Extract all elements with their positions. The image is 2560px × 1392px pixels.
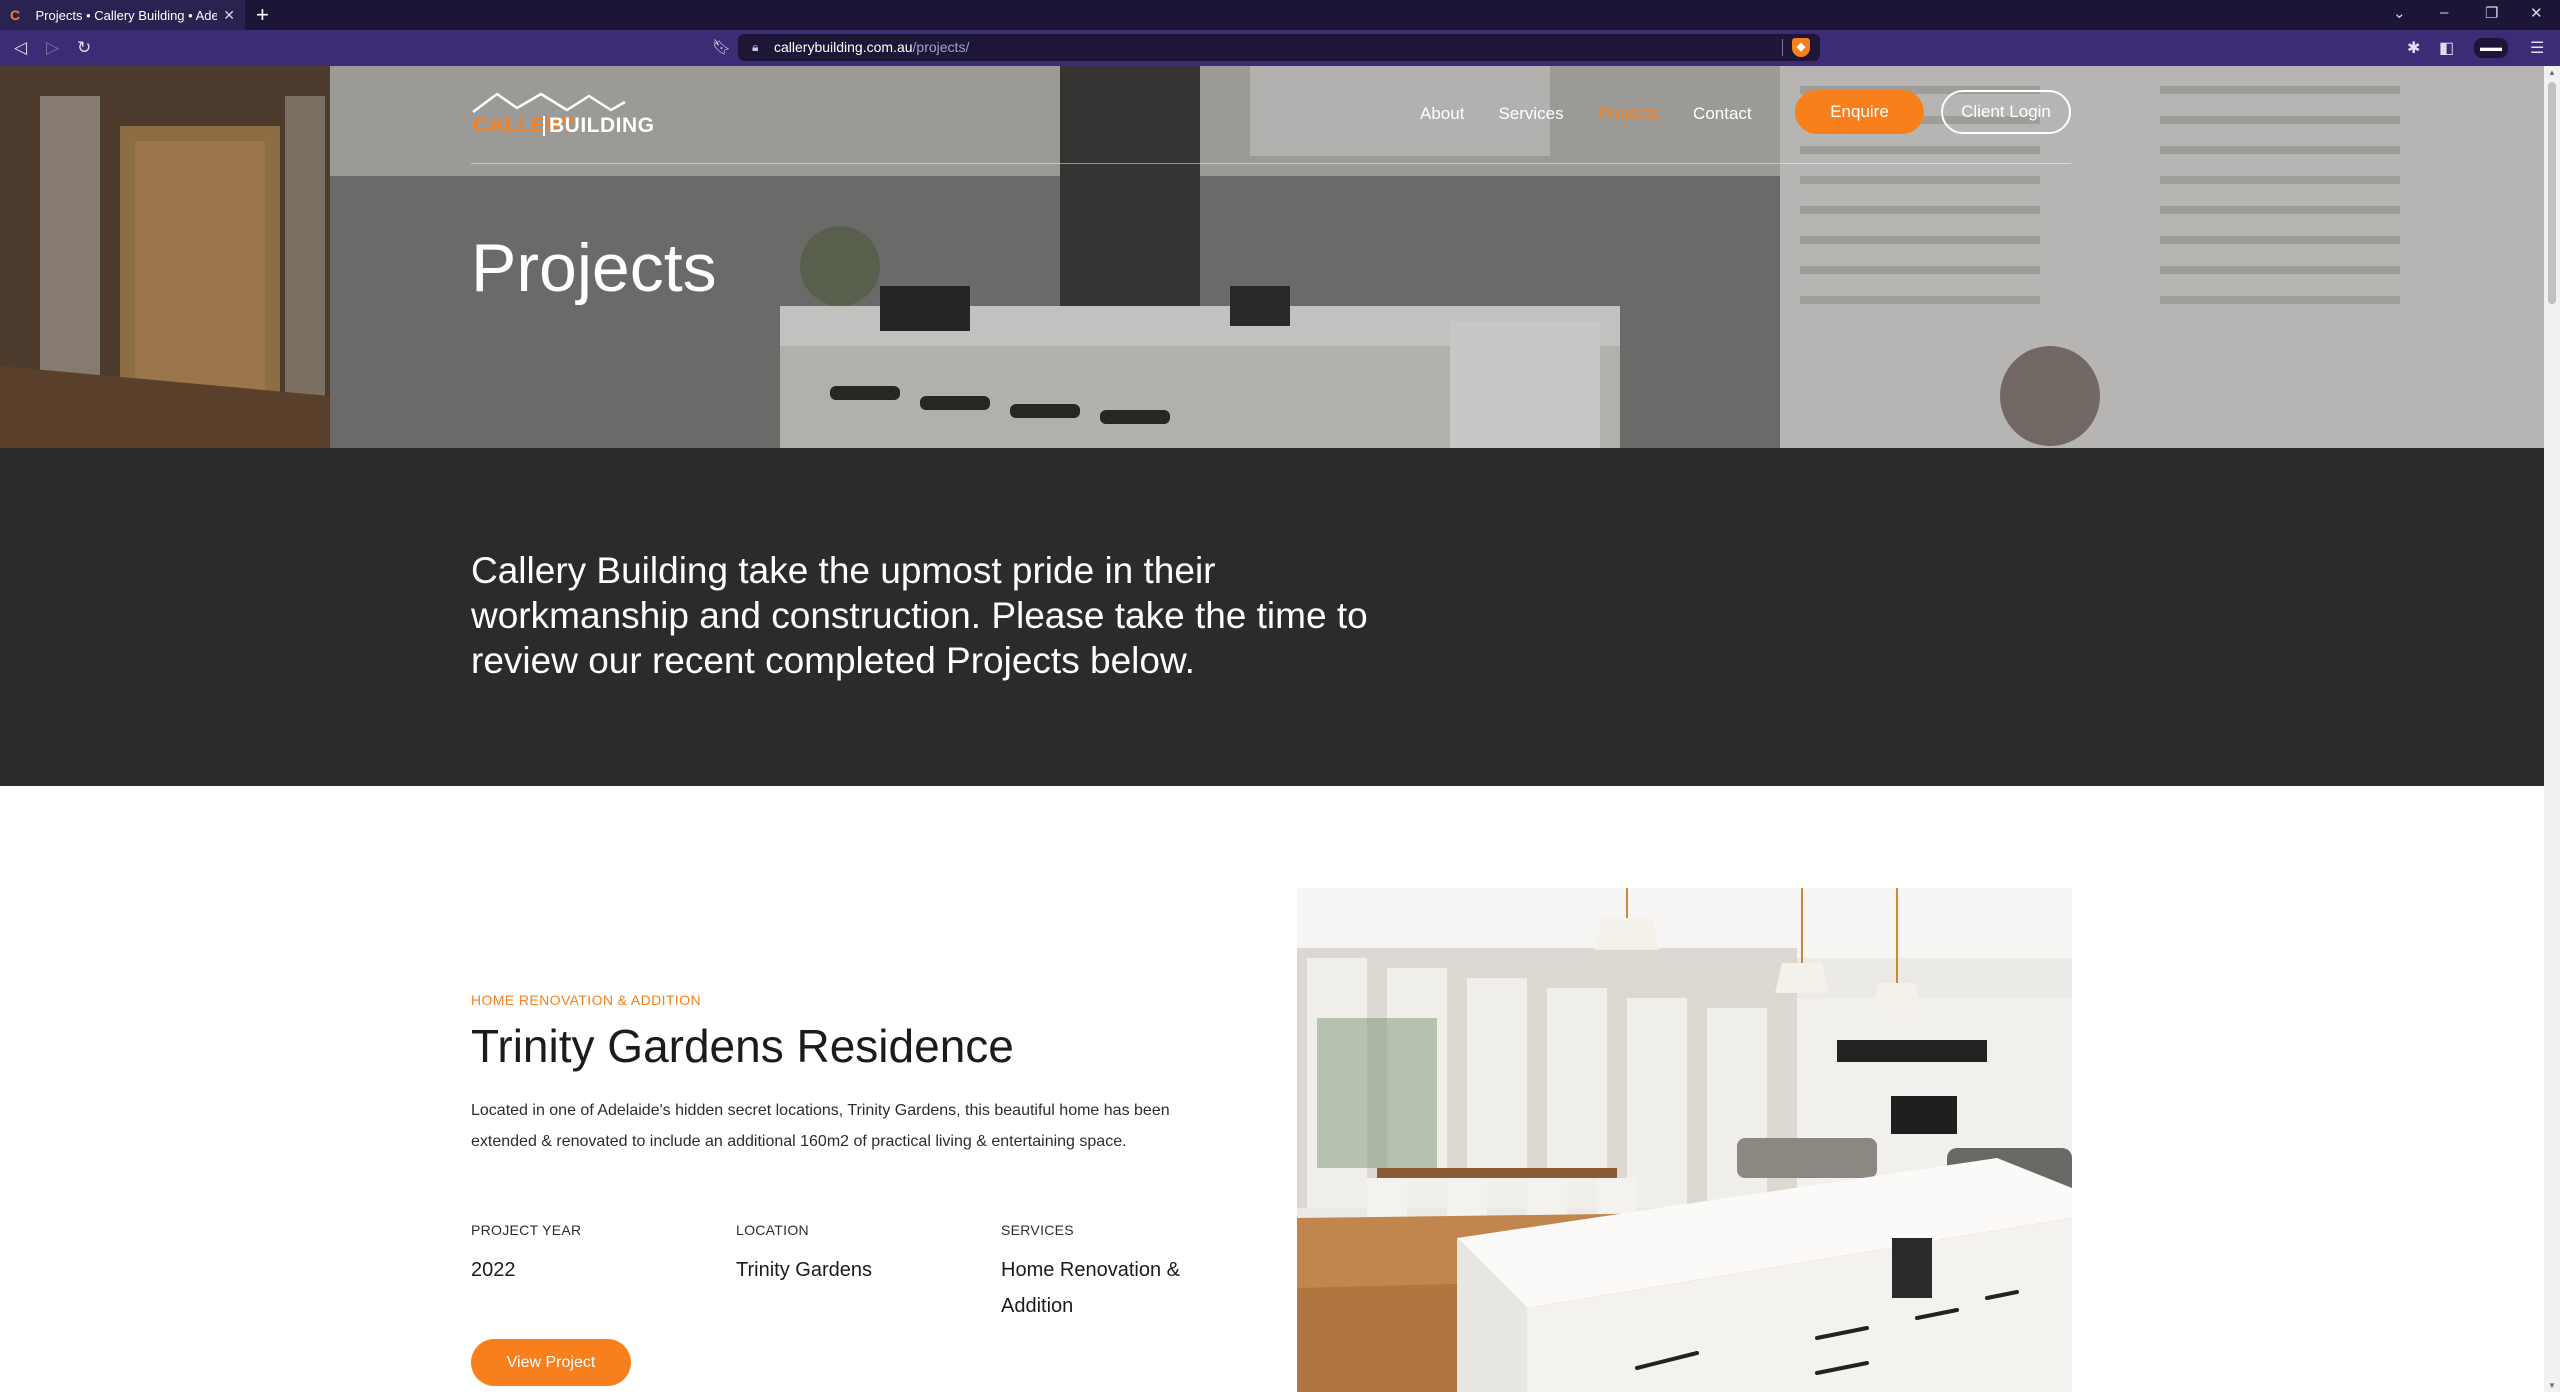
project-year-label: PROJECT YEAR (471, 1222, 582, 1238)
tab-close-icon[interactable]: ✕ (223, 7, 235, 24)
main-navigation: About Services Projects Contact (1420, 96, 1786, 132)
back-icon[interactable]: ◁ (14, 38, 27, 58)
forward-icon[interactable]: ▷ (46, 38, 59, 58)
project-category: HOME RENOVATION & ADDITION (471, 992, 702, 1008)
intro-band: Callery Building take the upmost pride i… (0, 448, 2544, 786)
nav-contact[interactable]: Contact (1693, 104, 1752, 124)
page-title: Projects (471, 230, 717, 306)
lock-icon[interactable]: 🔒︎ (752, 40, 758, 55)
nav-services[interactable]: Services (1498, 104, 1563, 124)
wallet-icon[interactable]: ▬▬ (2474, 38, 2508, 58)
browser-tab-bar: C Projects • Callery Building • Adela ✕ … (0, 0, 2560, 30)
url-field[interactable]: 🔒︎ callerybuilding.com.au/projects/ ◆ (738, 34, 1820, 61)
address-toolbar: ◁ ▷ ↻ 🔖︎ 🔒︎ callerybuilding.com.au/proje… (0, 30, 2560, 66)
logo-roof-icon (472, 92, 626, 113)
page-viewport: CALLERY BUILDING About Services Projects… (0, 66, 2544, 1392)
project-location: LOCATION Trinity Gardens (736, 1222, 986, 1288)
project-description: Located in one of Adelaide's hidden secr… (471, 1102, 1170, 1150)
site-favicon-icon: C (10, 7, 21, 23)
minimize-icon[interactable]: – (2440, 4, 2448, 21)
url-path: /projects/ (912, 39, 970, 55)
nav-projects[interactable]: Projects (1598, 104, 1659, 124)
url-text: callerybuilding.com.au/projects/ (774, 39, 969, 55)
hero-overlay (0, 66, 2544, 448)
scroll-up-icon[interactable]: ▲ (2548, 68, 2556, 77)
logo-word-building: BUILDING (549, 114, 655, 137)
url-divider (1782, 39, 1783, 56)
project-location-label: LOCATION (736, 1222, 809, 1238)
site-logo[interactable]: CALLERY BUILDING (471, 90, 654, 138)
enquire-button[interactable]: Enquire (1795, 90, 1924, 134)
nav-about[interactable]: About (1420, 104, 1464, 124)
logo-divider (543, 116, 545, 136)
project-year: PROJECT YEAR 2022 (471, 1222, 721, 1288)
page-scrollbar[interactable]: ▲ ▼ (2544, 66, 2560, 1392)
scroll-down-icon[interactable]: ▼ (2548, 1381, 2556, 1390)
tab-search-icon[interactable]: ⌄ (2393, 4, 2406, 22)
brave-shield-icon[interactable]: ◆ (1792, 38, 1810, 57)
extensions-icon[interactable]: ✱ (2407, 38, 2420, 58)
reload-icon[interactable]: ↻ (77, 38, 91, 58)
url-domain: callerybuilding.com.au (774, 39, 913, 55)
tab-title: Projects • Callery Building • Adela (35, 7, 218, 23)
new-tab-icon[interactable]: + (256, 3, 269, 27)
project-kitchen-photo (1297, 888, 2072, 1392)
bookmark-icon[interactable]: 🔖︎ (712, 38, 731, 56)
project-services-value: Home Renovation & Addition (1001, 1259, 1180, 1317)
menu-icon[interactable]: ☰ (2530, 38, 2544, 58)
hero-banner: CALLERY BUILDING About Services Projects… (0, 66, 2544, 448)
browser-tab[interactable]: C Projects • Callery Building • Adela ✕ (0, 0, 245, 30)
view-project-button[interactable]: View Project (471, 1339, 631, 1386)
project-photo[interactable] (1297, 888, 2072, 1392)
project-services-label: SERVICES (1001, 1222, 1074, 1238)
scrollbar-thumb[interactable] (2548, 82, 2556, 304)
project-title: Trinity Gardens Residence (471, 1020, 1014, 1072)
window-close-icon[interactable]: ✕ (2530, 4, 2543, 22)
client-login-button[interactable]: Client Login (1941, 90, 2071, 134)
restore-icon[interactable]: ❐ (2485, 4, 2498, 22)
header-divider (471, 163, 2071, 164)
intro-text: Callery Building take the upmost pride i… (471, 550, 1368, 681)
project-year-value: 2022 (471, 1259, 516, 1281)
sidebar-icon[interactable]: ◧ (2439, 38, 2454, 58)
project-location-value: Trinity Gardens (736, 1259, 872, 1281)
project-services: SERVICES Home Renovation & Addition (1001, 1222, 1211, 1324)
